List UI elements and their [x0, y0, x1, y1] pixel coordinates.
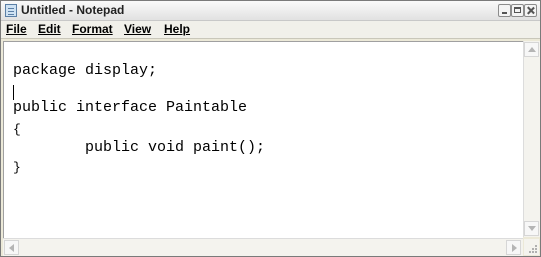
menu-format[interactable]: Format [72, 22, 113, 36]
menu-file[interactable]: File [6, 22, 27, 36]
menu-view[interactable]: View [124, 22, 151, 36]
code-line-6: } [13, 160, 21, 175]
title-bar[interactable]: Untitled - Notepad [1, 1, 540, 21]
chevron-left-icon [9, 244, 14, 252]
chevron-right-icon [512, 244, 517, 252]
window-title: Untitled - Notepad [21, 3, 125, 17]
menu-bar: File Edit Format View Help [1, 21, 540, 39]
resize-grip-icon[interactable] [524, 239, 539, 255]
notepad-window: Untitled - Notepad File Edit Format View… [0, 0, 541, 257]
horizontal-scrollbar[interactable] [3, 238, 523, 256]
text-caret [13, 85, 14, 100]
scroll-left-button[interactable] [4, 240, 19, 255]
code-line-5: public void paint(); [13, 139, 266, 156]
close-icon[interactable] [524, 4, 537, 17]
minimize-icon[interactable] [498, 4, 511, 17]
chevron-down-icon [528, 226, 536, 231]
text-editor[interactable]: package display; public interface Painta… [3, 41, 523, 238]
maximize-icon[interactable] [511, 4, 524, 17]
vertical-scrollbar[interactable] [523, 41, 540, 237]
scroll-down-button[interactable] [524, 221, 539, 236]
code-line-1: package display; [13, 62, 158, 79]
scroll-up-button[interactable] [524, 42, 539, 57]
menu-help[interactable]: Help [164, 22, 190, 36]
scroll-right-button[interactable] [506, 240, 521, 255]
menu-edit[interactable]: Edit [38, 22, 61, 36]
chevron-up-icon [528, 47, 536, 52]
notepad-icon[interactable] [5, 4, 17, 17]
code-line-4: { [13, 122, 21, 137]
code-line-3: public interface Paintable [13, 99, 248, 116]
